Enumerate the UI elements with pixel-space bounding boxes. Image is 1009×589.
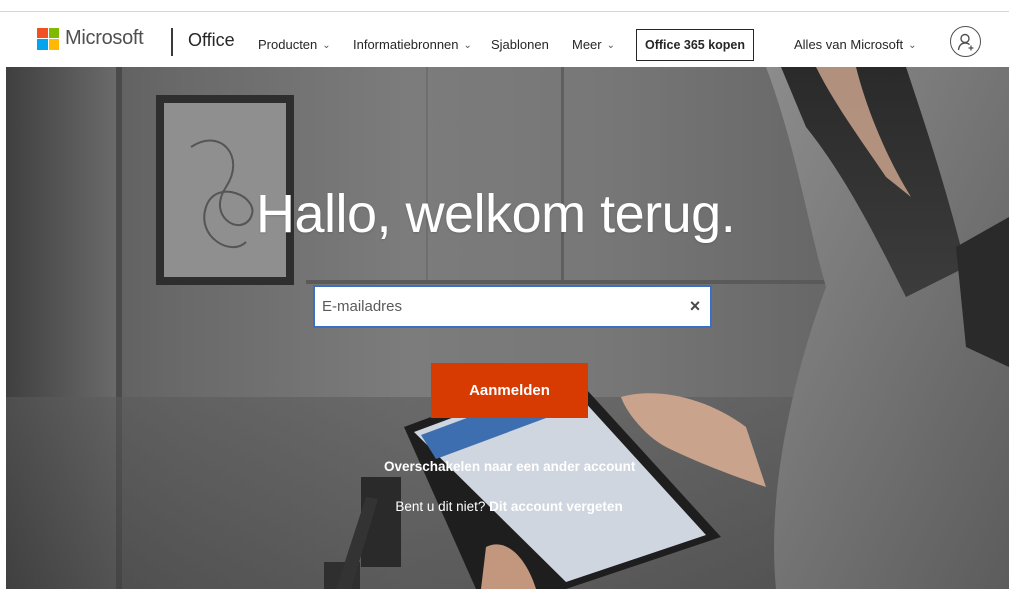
nav-item-producten[interactable]: Producten ⌄	[258, 37, 331, 52]
all-microsoft-menu[interactable]: Alles van Microsoft ⌄	[794, 37, 916, 52]
all-microsoft-label: Alles van Microsoft	[794, 37, 904, 52]
office-home-link[interactable]: Office	[188, 30, 235, 51]
email-field-container: ×	[313, 285, 712, 328]
brand-name: Microsoft	[65, 27, 144, 49]
header-divider	[171, 28, 173, 56]
chevron-down-icon: ⌄	[463, 40, 472, 51]
nav-item-sjablonen[interactable]: Sjablonen	[491, 37, 549, 52]
account-button[interactable]	[950, 26, 981, 57]
chevron-down-icon: ⌄	[908, 40, 917, 51]
nav-item-informatiebronnen[interactable]: Informatiebronnen ⌄	[353, 37, 472, 52]
nav-item-label: Producten	[258, 37, 318, 52]
email-input[interactable]	[315, 287, 680, 326]
welcome-heading: Hallo, welkom terug.	[256, 184, 736, 244]
nav-item-label: Meer	[572, 37, 602, 52]
microsoft-logo-icon	[37, 27, 59, 50]
site-header: Microsoft Office Producten ⌄ Informatiebr…	[0, 12, 1009, 67]
not-you-text: Bent u dit niet?	[395, 499, 486, 514]
person-icon	[957, 33, 973, 50]
hero-section: Hallo, welkom terug. × Aanmelden Oversch…	[6, 67, 1009, 589]
not-you-row: Bent u dit niet? Dit account vergeten	[384, 499, 634, 514]
microsoft-logo-link[interactable]: Microsoft	[37, 27, 144, 50]
clear-input-icon[interactable]: ×	[680, 287, 710, 326]
nav-item-label: Sjablonen	[491, 37, 549, 52]
switch-account-link[interactable]: Overschakelen naar een ander account	[384, 459, 635, 474]
sign-in-button[interactable]: Aanmelden	[431, 363, 588, 418]
chevron-down-icon: ⌄	[606, 40, 616, 51]
chevron-down-icon: ⌄	[322, 40, 331, 51]
nav-item-label: Informatiebronnen	[353, 37, 459, 52]
forget-account-link[interactable]: Dit account vergeten	[489, 499, 623, 514]
nav-item-meer[interactable]: Meer ⌄	[572, 37, 615, 52]
buy-office-365-button[interactable]: Office 365 kopen	[636, 29, 754, 61]
